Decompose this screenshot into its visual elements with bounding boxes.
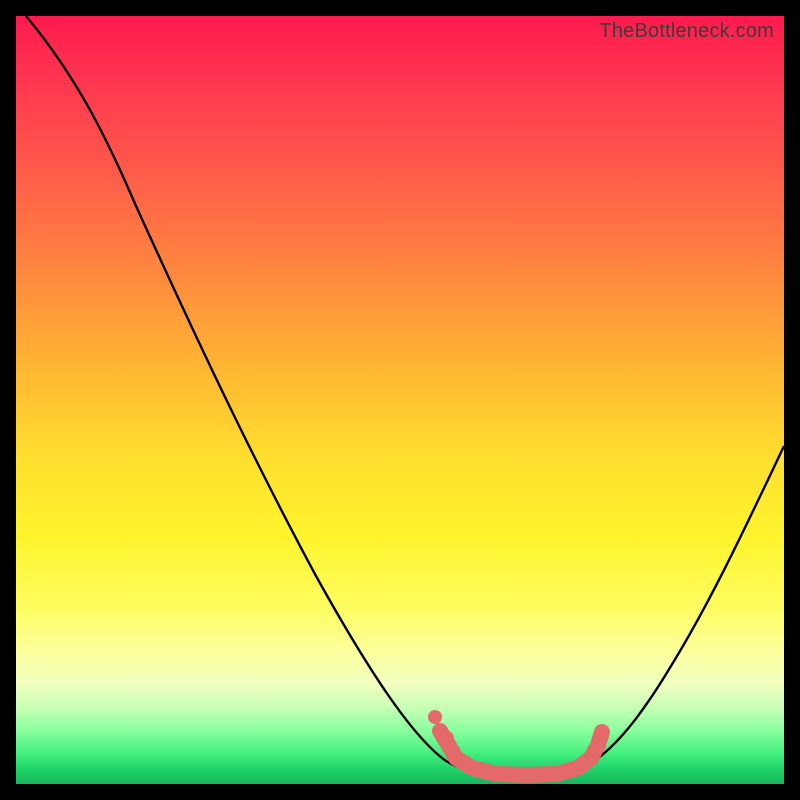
chart-frame: TheBottleneck.com [16, 16, 784, 784]
highlight-dot [428, 710, 442, 724]
chart-svg [16, 16, 784, 784]
highlight-dot [440, 731, 454, 745]
watermark-text: TheBottleneck.com [599, 20, 774, 43]
bottom-band-highlight [440, 731, 602, 775]
bottleneck-curve [26, 16, 784, 776]
